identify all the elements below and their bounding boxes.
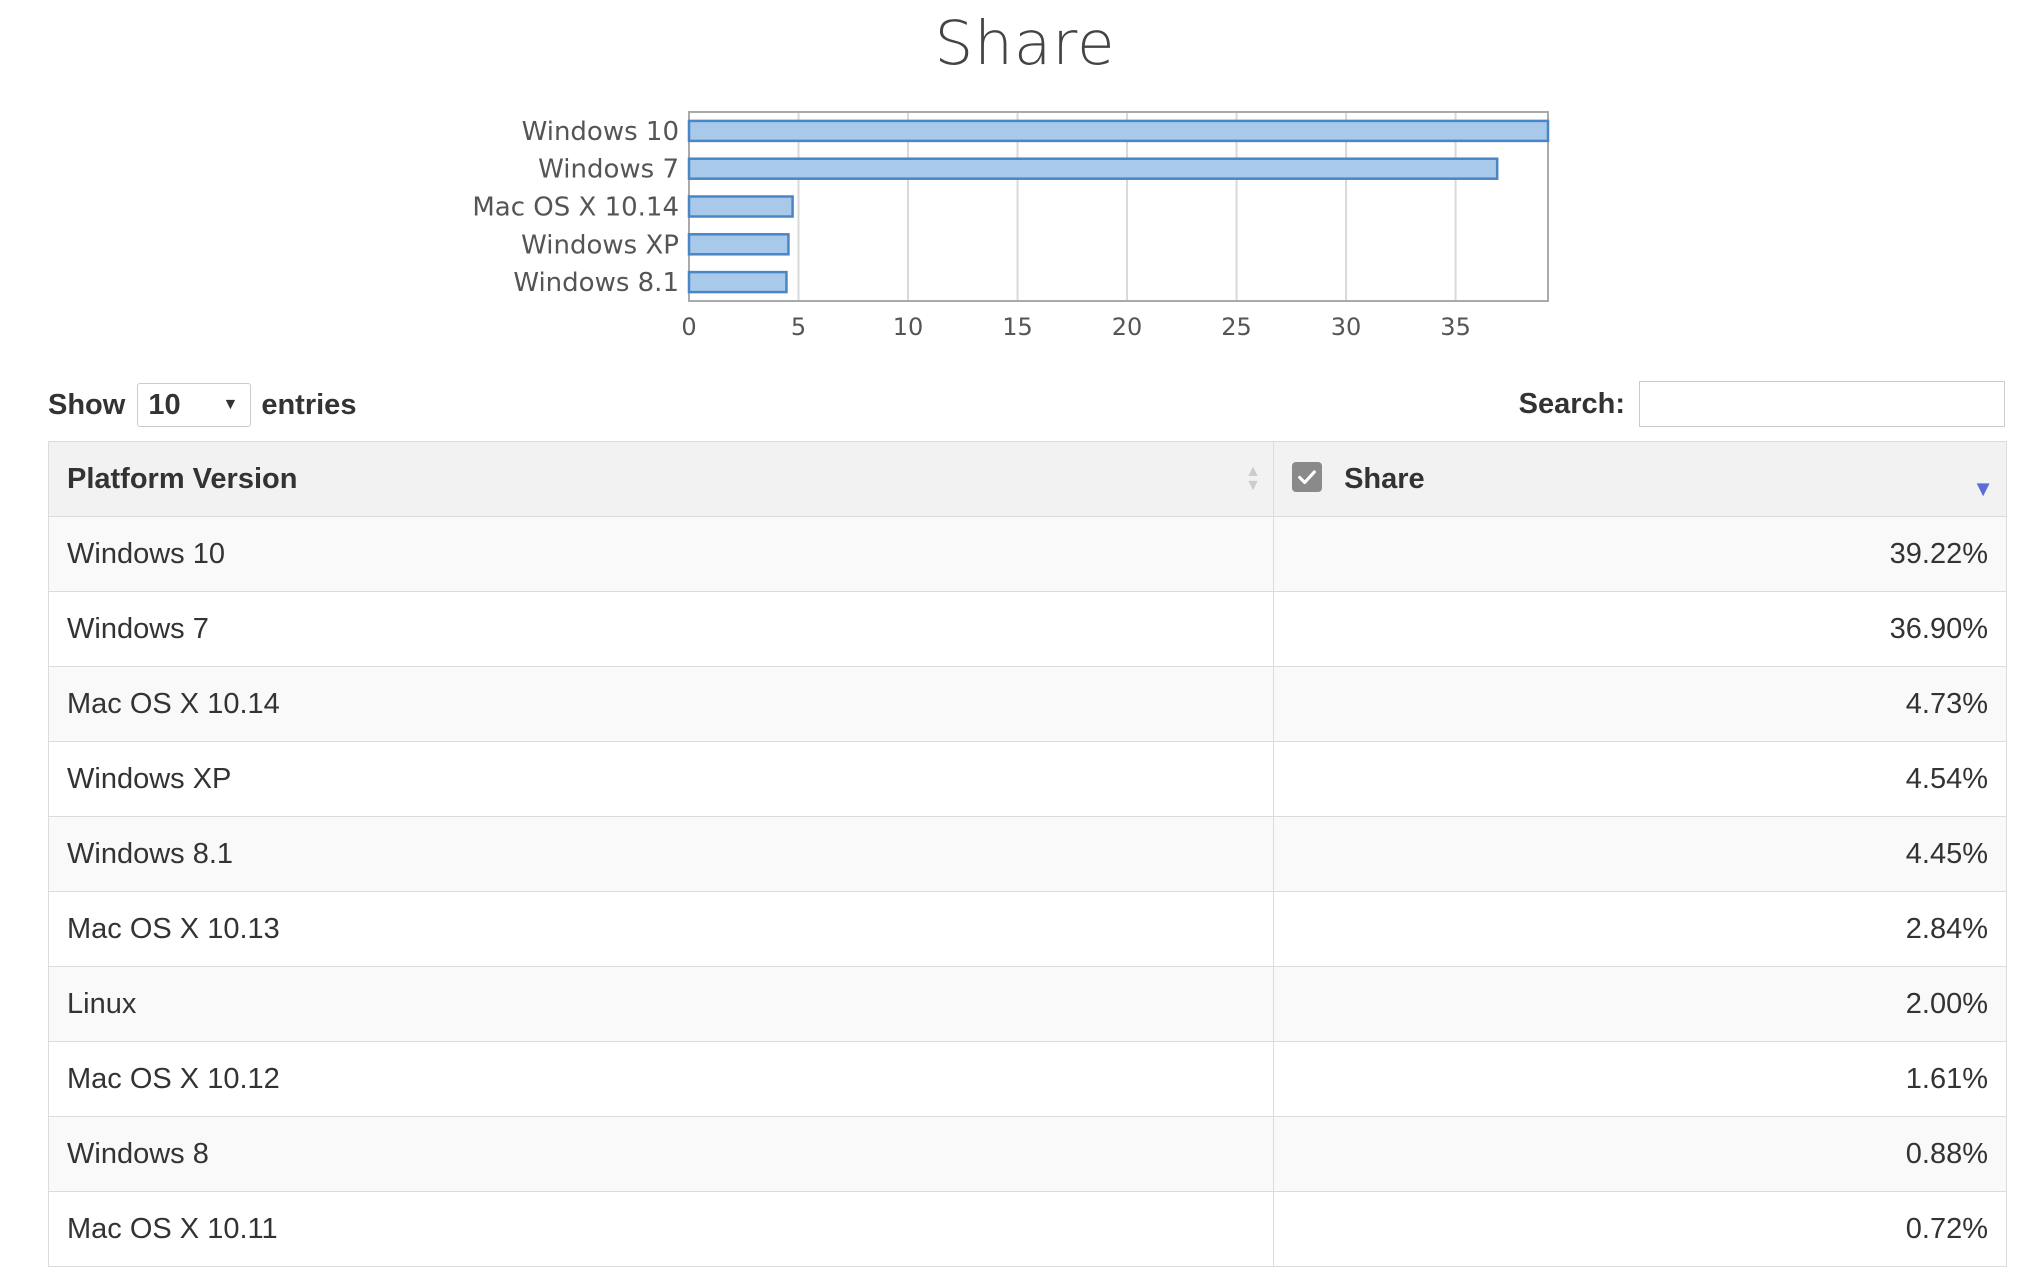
bar[interactable] — [687, 157, 1499, 180]
share-cell: 4.73% — [1273, 666, 2007, 742]
share-cell: 2.00% — [1273, 966, 2007, 1042]
bar[interactable] — [687, 270, 788, 294]
platform-cell: Mac OS X 10.11 — [48, 1191, 1274, 1267]
entries-select-value: 10 — [148, 388, 181, 421]
x-tick-label: 10 — [893, 313, 924, 341]
x-tick-label: 30 — [1331, 313, 1362, 341]
sort-both-icon: ▲ ▼ — [1245, 463, 1261, 494]
x-tick-label: 20 — [1112, 313, 1143, 341]
table-row: Mac OS X 10.14 4.73% — [48, 666, 2007, 742]
table-row: Windows 10 39.22% — [48, 516, 2007, 592]
table-row: Mac OS X 10.11 0.72% — [48, 1191, 2007, 1267]
search-input[interactable] — [1639, 381, 2005, 427]
platform-cell: Mac OS X 10.13 — [48, 891, 1274, 967]
platform-cell: Linux — [48, 966, 1274, 1042]
data-table: Platform Version ▲ ▼ Share ▼ Windows 10 3… — [48, 441, 2007, 1267]
checkbox-checked-icon[interactable] — [1292, 461, 1322, 492]
platform-version-header[interactable]: Platform Version ▲ ▼ — [48, 441, 1274, 517]
category-label: Windows 10 — [522, 117, 679, 147]
show-label: Show — [48, 388, 126, 421]
entries-length-control: Show 10 ▼ entries — [48, 382, 356, 428]
table-row: Linux 2.00% — [48, 966, 2007, 1042]
share-cell: 0.88% — [1273, 1116, 2007, 1192]
platform-cell: Mac OS X 10.14 — [48, 666, 1274, 742]
table-header-row: Platform Version ▲ ▼ Share ▼ — [48, 441, 2007, 517]
share-cell: 36.90% — [1273, 591, 2007, 667]
table-row: Windows 8 0.88% — [48, 1116, 2007, 1192]
platform-version-header-label: Platform Version — [67, 462, 298, 495]
platform-cell: Windows 10 — [48, 516, 1274, 592]
platform-cell: Windows XP — [48, 741, 1274, 817]
share-cell: 4.45% — [1273, 816, 2007, 892]
x-tick-label: 5 — [791, 313, 806, 341]
table-row: Windows 7 36.90% — [48, 591, 2007, 667]
x-tick-label: 15 — [1002, 313, 1033, 341]
bar[interactable] — [687, 195, 794, 218]
platform-cell: Windows 7 — [48, 591, 1274, 667]
share-header-label: Share — [1344, 462, 1425, 495]
share-cell: 0.72% — [1273, 1191, 2007, 1267]
share-cell: 2.84% — [1273, 891, 2007, 967]
table-row: Windows 8.1 4.45% — [48, 816, 2007, 892]
table-row: Mac OS X 10.12 1.61% — [48, 1041, 2007, 1117]
x-tick-label: 0 — [681, 313, 696, 341]
category-label: Windows 7 — [538, 155, 679, 185]
platform-cell: Windows 8.1 — [48, 816, 1274, 892]
category-label: Windows XP — [521, 230, 679, 260]
sort-desc-icon: ▼ — [1972, 476, 1994, 501]
x-tick-label: 25 — [1221, 313, 1252, 341]
share-cell: 39.22% — [1273, 516, 2007, 592]
bar[interactable] — [687, 119, 1550, 143]
platform-cell: Mac OS X 10.12 — [48, 1041, 1274, 1117]
table-row: Windows XP 4.54% — [48, 741, 2007, 817]
category-label: Mac OS X 10.14 — [472, 193, 679, 223]
bar-chart: Windows 10 Windows 7 Mac OS X 10.14 Windows… — [472, 111, 1550, 341]
share-cell: 4.54% — [1273, 741, 2007, 817]
bar[interactable] — [687, 233, 790, 256]
category-label: Windows 8.1 — [513, 268, 679, 298]
share-header[interactable]: Share ▼ — [1273, 441, 2007, 517]
entries-select[interactable]: 10 ▼ — [137, 383, 252, 427]
search-label: Search: — [1518, 387, 1625, 420]
caret-down-icon: ▼ — [222, 396, 239, 413]
x-tick-label: 35 — [1440, 313, 1471, 341]
search-control: Search: — [1519, 380, 2005, 428]
table-row: Mac OS X 10.13 2.84% — [48, 891, 2007, 967]
entries-label: entries — [261, 388, 357, 421]
platform-cell: Windows 8 — [48, 1116, 1274, 1192]
share-cell: 1.61% — [1273, 1041, 2007, 1117]
